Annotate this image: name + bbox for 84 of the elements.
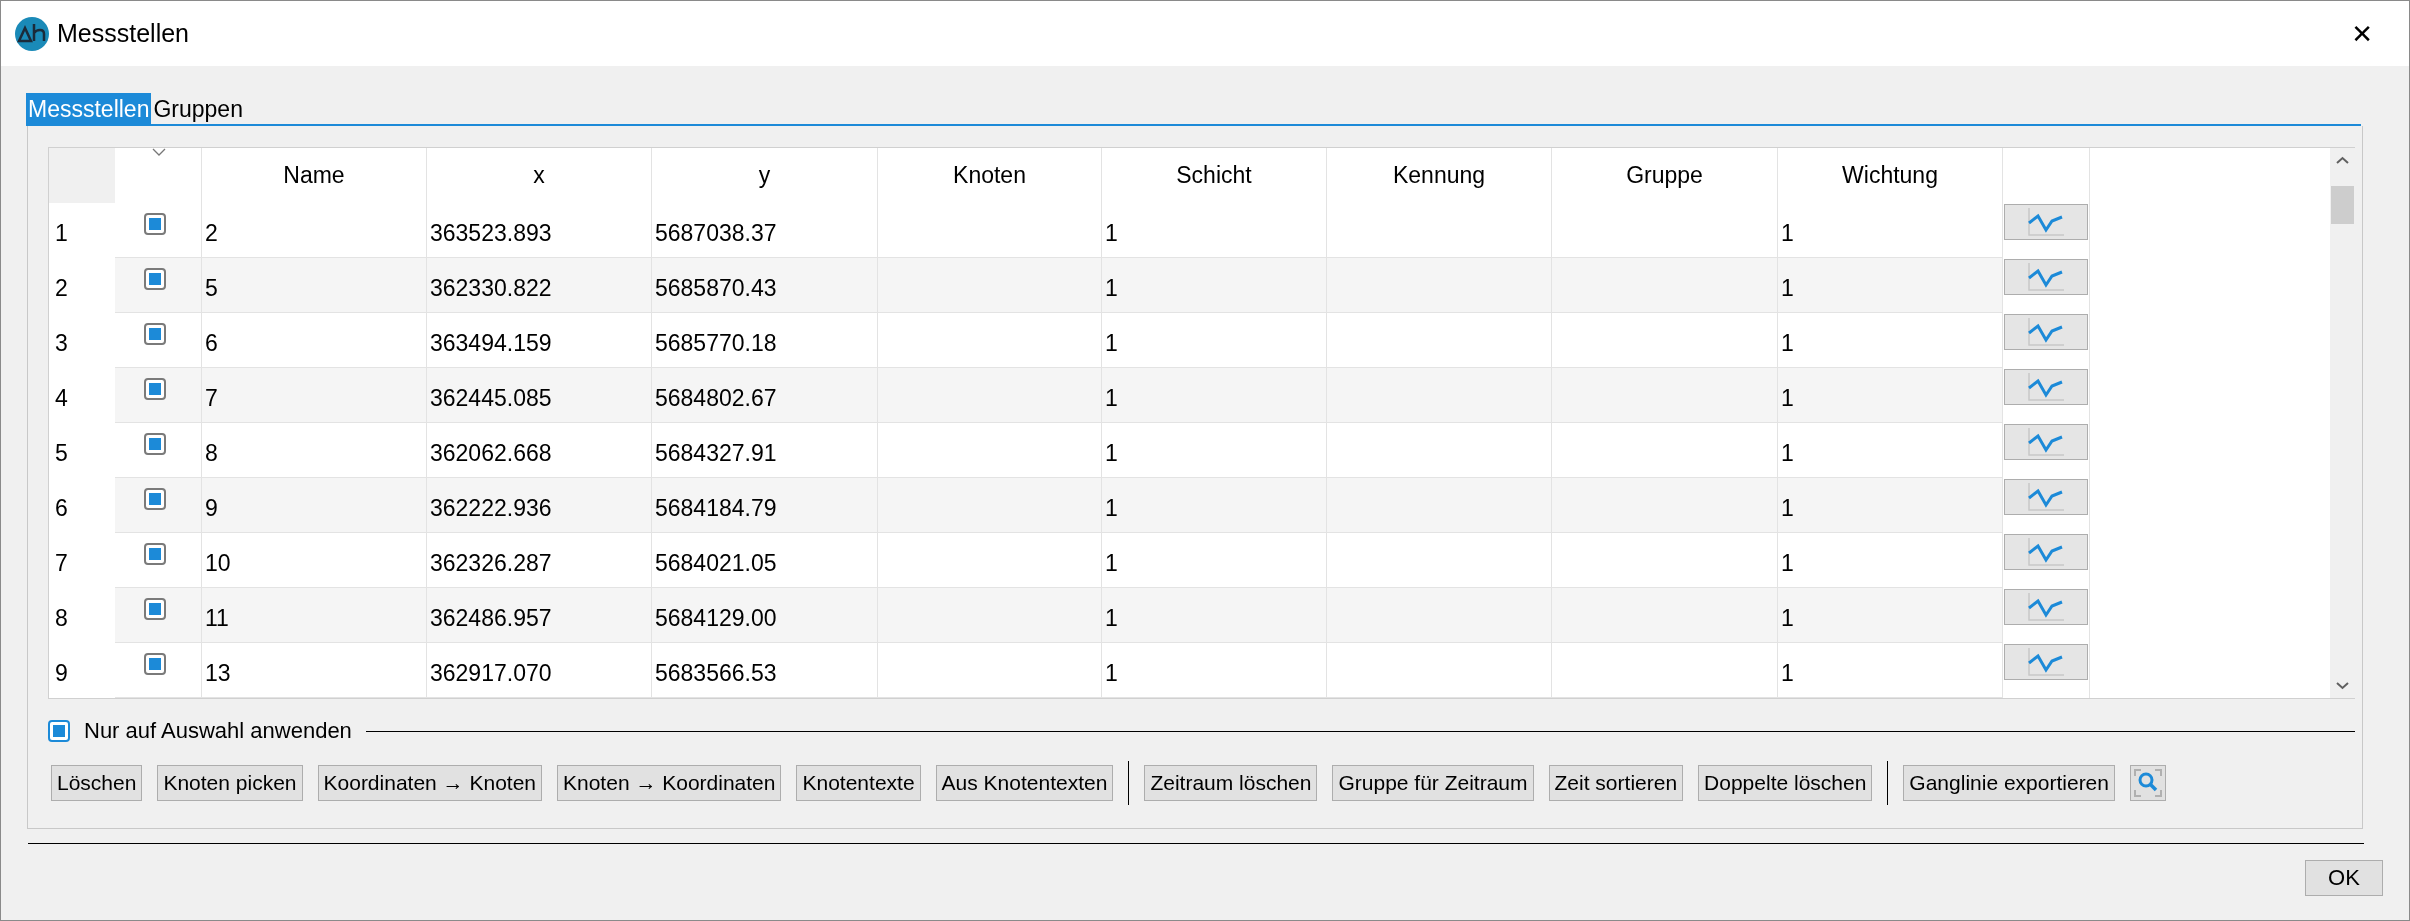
table-cell: 5684802.67 [652,368,878,423]
table-cell: 5684129.00 [652,588,878,643]
checkbox[interactable] [143,488,166,510]
column-header[interactable]: Name [202,148,427,203]
checkbox-label: Nur auf Auswahl anwenden [84,718,352,744]
table-cell: 7 [202,368,427,423]
column-header[interactable]: Knoten [878,148,1102,203]
table-cell: 9 [202,478,427,533]
checkbox[interactable] [48,720,70,742]
checkbox[interactable] [143,213,166,235]
line-chart-icon [2026,426,2066,458]
checkbox[interactable] [143,323,166,345]
table-cell: 362222.936 [427,478,652,533]
search-button[interactable] [2130,765,2166,801]
chart-button[interactable] [2004,534,2088,570]
table-cell: 362330.822 [427,258,652,313]
line-chart-icon [2026,646,2066,678]
table-cell: 1 [1102,643,1327,698]
column-header[interactable]: x [427,148,652,203]
toolbar-button[interactable]: Ganglinie exportieren [1903,765,2115,801]
table-cell: 1 [1102,258,1327,313]
table-cell: 1 [1778,258,2003,313]
tab[interactable]: Gruppen [151,93,245,124]
table-cell: 1 [1778,588,2003,643]
line-chart-icon [2026,536,2066,568]
toolbar-button[interactable]: Doppelte löschen [1698,765,1873,801]
column-header[interactable]: Gruppe [1552,148,1778,203]
table-cell: 362917.070 [427,643,652,698]
table-cell: 11 [202,588,427,643]
toolbar-button[interactable]: Zeit sortieren [1548,765,1684,801]
window-title: Messstellen [57,19,189,48]
line-chart-icon [2026,481,2066,513]
toolbar-button[interactable]: Löschen [51,765,143,801]
chart-button[interactable] [2004,204,2088,240]
column-header[interactable]: y [652,148,878,203]
table-corner [49,148,115,203]
table-cell: 5 [202,258,427,313]
table-cell: 1 [1102,368,1327,423]
ok-button[interactable]: OK [2305,860,2383,896]
line-chart-icon [2026,371,2066,403]
table-cell: 13 [202,643,427,698]
chart-button[interactable] [2004,314,2088,350]
toolbar-button[interactable]: Zeitraum löschen [1144,765,1318,801]
app-logo-icon [15,16,49,51]
search-icon [2133,768,2163,798]
table-cell: 1 [1778,643,2003,698]
chart-button[interactable] [2004,259,2088,295]
toolbar-button[interactable]: Knoten → Koordinaten [557,765,782,801]
close-button[interactable]: ✕ [2343,14,2381,53]
checkbox[interactable] [143,653,166,675]
table-cell: 1 [1102,588,1327,643]
column-header[interactable]: Schicht [1102,148,1327,203]
table-cell: 5683566.53 [652,643,878,698]
chart-button[interactable] [2004,589,2088,625]
table-cell: 5684184.79 [652,478,878,533]
table-cell: 1 [1102,478,1327,533]
tab[interactable]: Messstellen [26,93,152,124]
chart-button[interactable] [2004,479,2088,515]
line-chart-icon [2026,206,2066,238]
toolbar-button[interactable]: Knotentexte [796,765,921,801]
toolbar-button[interactable]: Koordinaten → Knoten [317,765,542,801]
column-header[interactable]: Kennung [1327,148,1552,203]
checkbox[interactable] [143,433,166,455]
line-chart-icon [2026,261,2066,293]
table-cell: 1 [1778,478,2003,533]
checkbox[interactable] [143,378,166,400]
chart-button[interactable] [2004,424,2088,460]
table-cell: 1 [1778,368,2003,423]
toolbar-button[interactable]: Gruppe für Zeitraum [1332,765,1534,801]
column-header[interactable]: Wichtung [1778,148,2003,203]
toolbar-button[interactable]: Aus Knotentexten [935,765,1114,801]
checkbox[interactable] [143,543,166,565]
sort-caret-icon [152,148,166,156]
chart-button[interactable] [2004,644,2088,680]
chart-button[interactable] [2004,369,2088,405]
table-cell: 5685870.43 [652,258,878,313]
checkbox[interactable] [143,268,166,290]
line-chart-icon [2026,591,2066,623]
checkbox[interactable] [143,598,166,620]
table-cell: 362445.085 [427,368,652,423]
table-cell: 362486.957 [427,588,652,643]
scrollbar[interactable] [2330,148,2355,698]
line-chart-icon [2026,316,2066,348]
toolbar-button[interactable]: Knoten picken [157,765,303,801]
